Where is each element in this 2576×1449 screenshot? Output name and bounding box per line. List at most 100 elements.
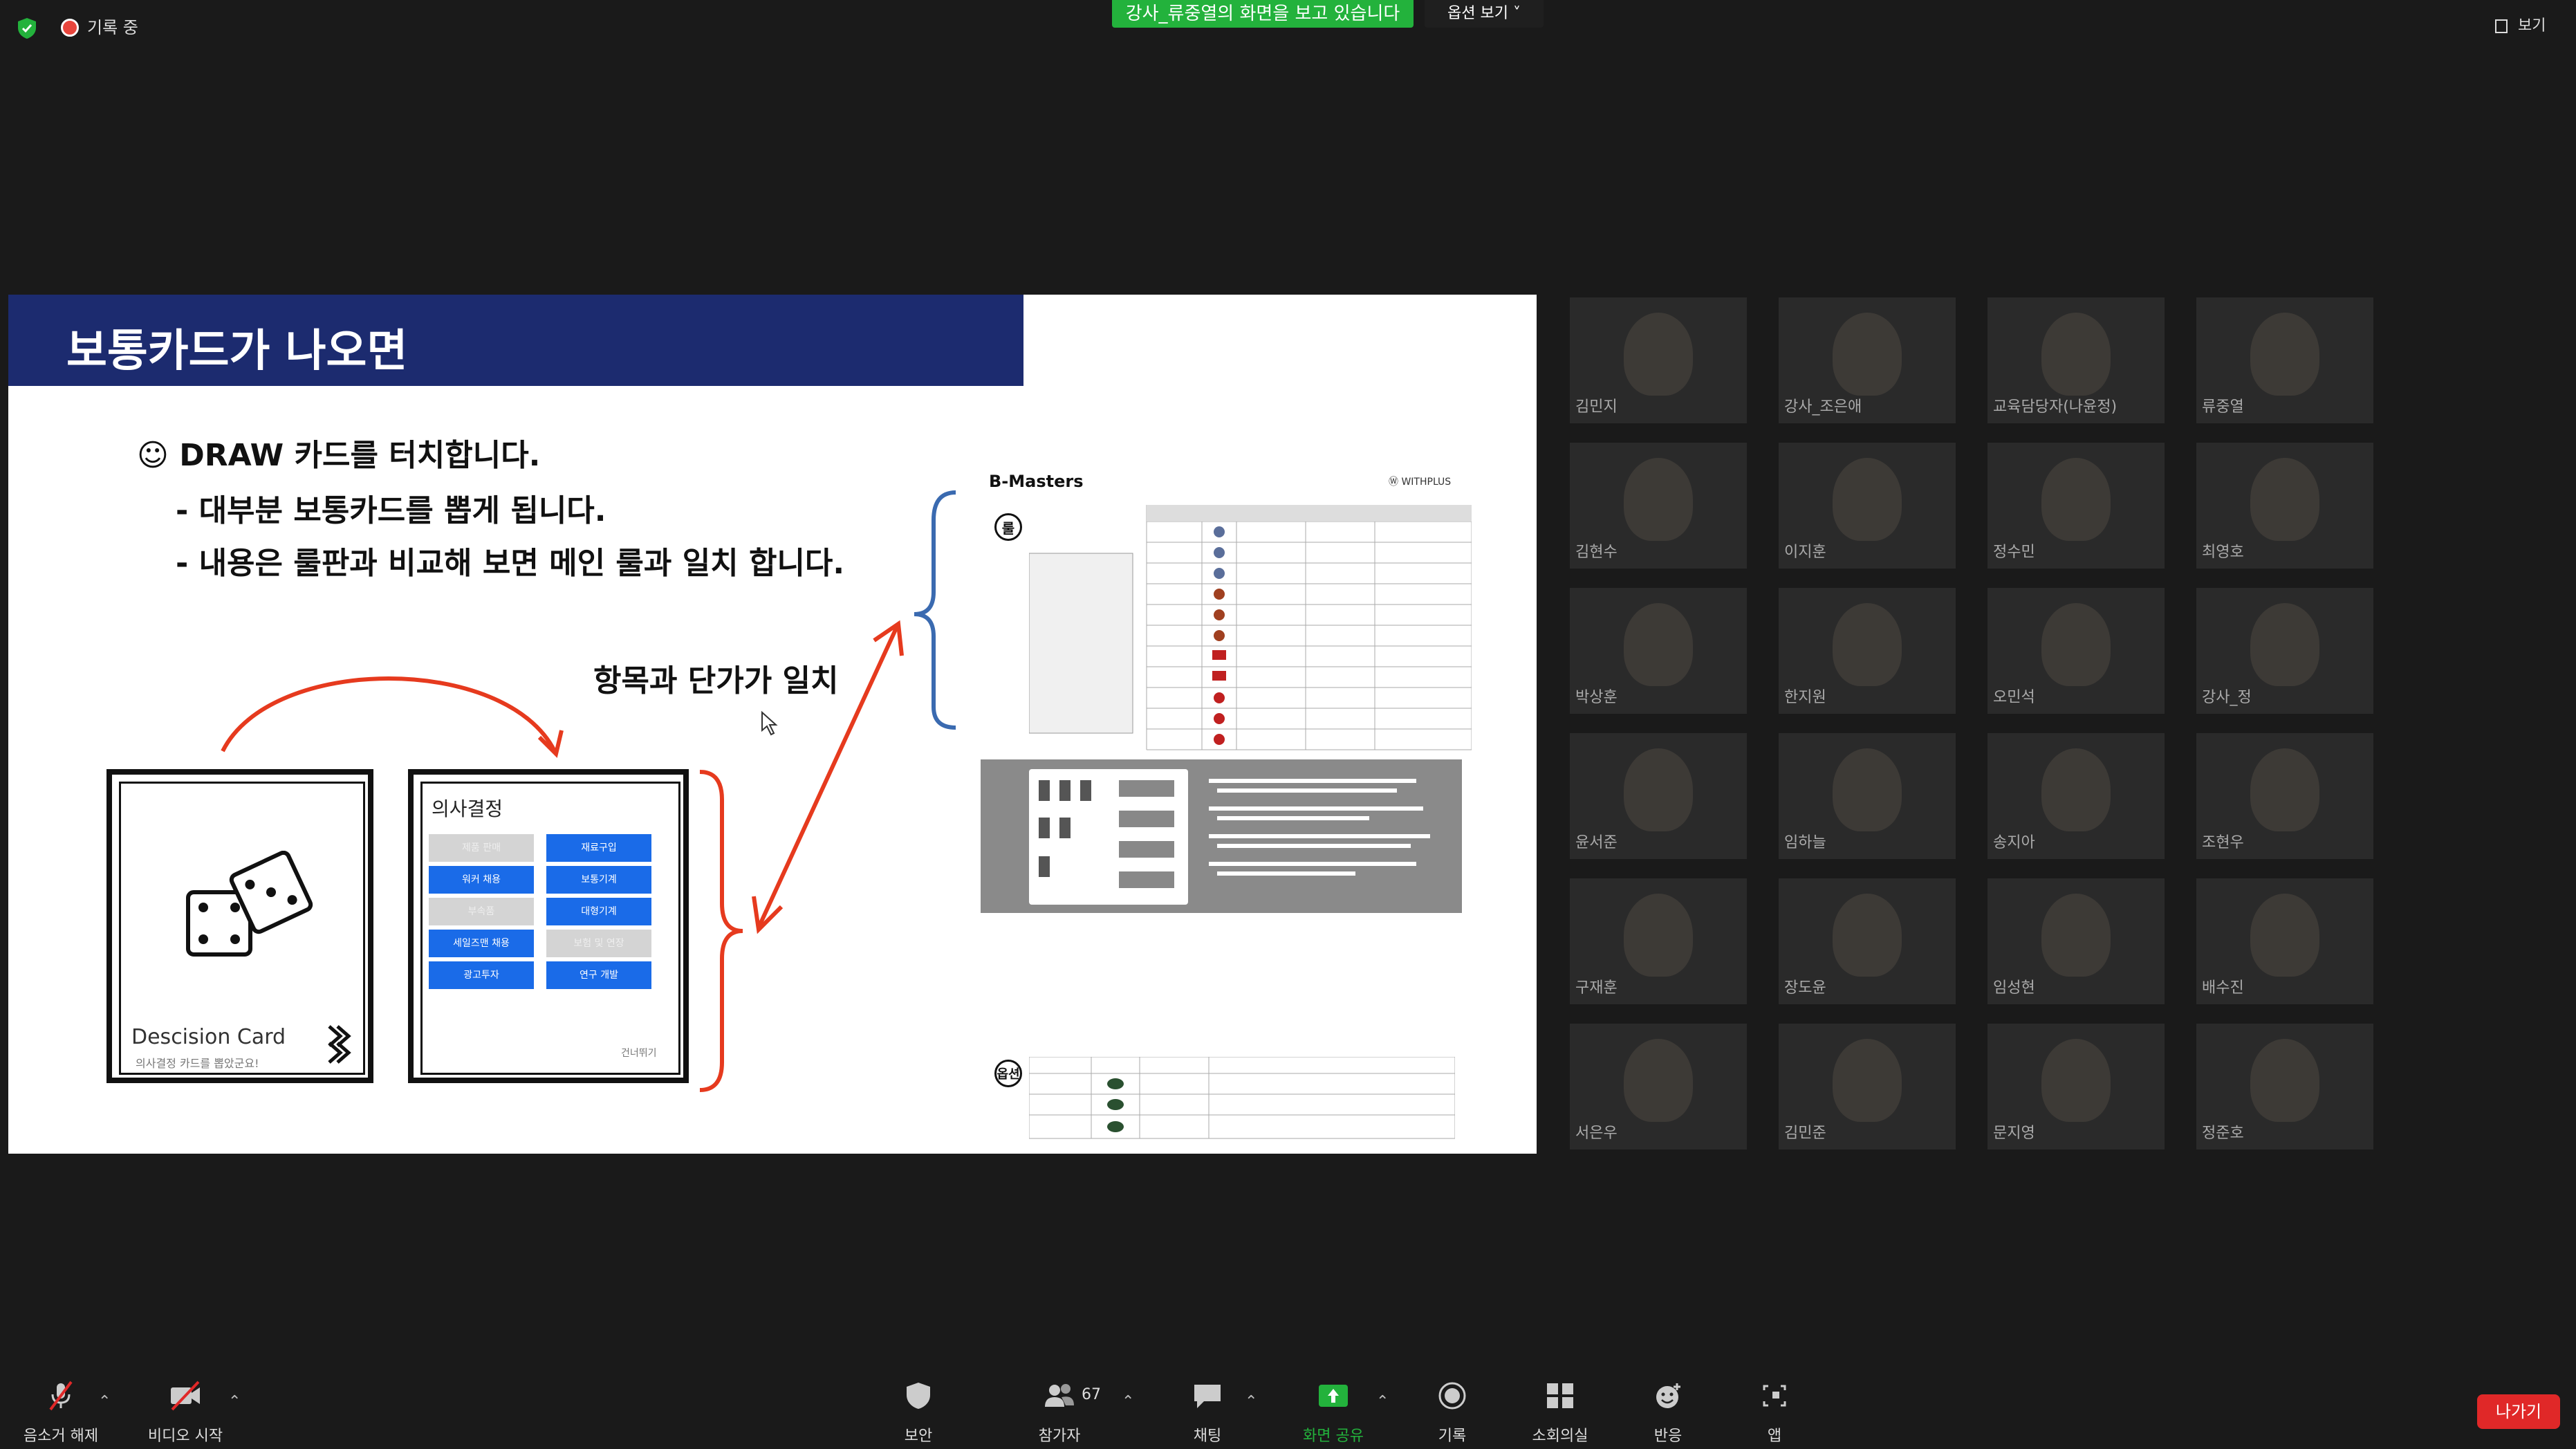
view-options-button[interactable]: 옵션 보기 ˅	[1425, 0, 1544, 28]
participant-tile[interactable]: 배수진	[2196, 878, 2373, 1004]
share-screen-button[interactable]: 화면 공유	[1285, 1381, 1382, 1446]
participant-tile[interactable]: 조현우	[2196, 733, 2373, 859]
participant-tile[interactable]: 교육담당자(나윤정)	[1987, 297, 2165, 423]
double-arrow-head-bottom	[752, 896, 784, 934]
view-toggle-button[interactable]: 보기	[2495, 12, 2571, 40]
withplus-logo-icon	[328, 1025, 351, 1064]
view-label: 보기	[2518, 17, 2546, 35]
participant-name: 조현우	[2202, 834, 2244, 851]
participant-name: 김현수	[1575, 544, 1618, 561]
mute-button[interactable]: 음소거 해제	[12, 1381, 109, 1446]
participant-name: 이지훈	[1784, 544, 1826, 561]
chat-menu-chevron-icon[interactable]: ⌃	[1245, 1393, 1257, 1410]
mouse-cursor-icon	[761, 710, 778, 736]
participant-tile[interactable]: 김민지	[1570, 297, 1747, 423]
share-screen-label: 화면 공유	[1303, 1428, 1364, 1445]
participant-tile[interactable]: 강사_정	[2196, 588, 2373, 714]
participant-video	[1833, 313, 1902, 396]
shield-icon	[907, 1383, 930, 1409]
reactions-label: 반응	[1653, 1428, 1683, 1445]
participant-tile[interactable]: 장도윤	[1779, 878, 1956, 1004]
decision-skip-label: 건너뛰기	[621, 1048, 657, 1059]
video-label: 비디오 시작	[147, 1428, 223, 1445]
mute-label: 음소거 해제	[23, 1428, 99, 1445]
participant-tile[interactable]: 임하늘	[1779, 733, 1956, 859]
participant-video	[2041, 313, 2111, 396]
red-brace	[699, 770, 743, 1092]
record-button[interactable]: 기록	[1404, 1381, 1501, 1446]
mute-menu-chevron-icon[interactable]: ⌃	[98, 1393, 111, 1410]
participant-tile[interactable]: 정수민	[1987, 443, 2165, 569]
participant-tile[interactable]: 류중열	[2196, 297, 2373, 423]
rule-board-thumbnail: B-Masters Ⓦ WITHPLUS 룰 옵션	[981, 456, 1476, 1141]
participant-tile[interactable]: 김민준	[1779, 1024, 1956, 1150]
participant-tile[interactable]: 한지원	[1779, 588, 1956, 714]
participant-tile[interactable]: 임성현	[1987, 878, 2165, 1004]
participant-tile[interactable]: 문지영	[1987, 1024, 2165, 1150]
rule-board-brand: Ⓦ WITHPLUS	[1389, 477, 1452, 488]
participant-video	[1624, 1039, 1693, 1122]
participant-tile[interactable]: 강사_조은애	[1779, 297, 1956, 423]
apps-label: 앱	[1767, 1428, 1782, 1445]
participant-name: 김민지	[1575, 398, 1618, 416]
participant-video	[1833, 458, 1902, 541]
record-icon	[1438, 1382, 1466, 1410]
security-button[interactable]: 보안	[870, 1381, 967, 1446]
rule-board-instructions	[981, 759, 1462, 913]
reactions-smile-icon	[1656, 1383, 1680, 1408]
participants-icon	[1045, 1384, 1074, 1407]
rule-main-tag: 룰	[994, 513, 1022, 541]
participant-video	[2250, 313, 2319, 396]
share-menu-chevron-icon[interactable]: ⌃	[1376, 1393, 1389, 1410]
participant-tile[interactable]: 최영호	[2196, 443, 2373, 569]
reactions-button[interactable]: 반응	[1620, 1381, 1716, 1446]
participants-menu-chevron-icon[interactable]: ⌃	[1122, 1393, 1134, 1410]
chat-label: 채팅	[1193, 1428, 1222, 1445]
participant-name: 서은우	[1575, 1125, 1618, 1142]
recording-label: 기록 중	[87, 18, 138, 37]
decision-btn-sell: 제품 판매	[429, 834, 534, 862]
participant-name: 최영호	[2202, 544, 2244, 561]
participant-tile[interactable]: 구재훈	[1570, 878, 1747, 1004]
participant-tile[interactable]: 오민석	[1987, 588, 2165, 714]
participant-name: 배수진	[2202, 979, 2244, 997]
breakout-rooms-button[interactable]: 소회의실	[1512, 1381, 1609, 1446]
participant-tile[interactable]: 윤서준	[1570, 733, 1747, 859]
share-screen-icon	[1319, 1385, 1348, 1407]
participant-tile[interactable]: 정준호	[2196, 1024, 2373, 1150]
video-button[interactable]: 비디오 시작	[137, 1381, 234, 1446]
participant-name: 구재훈	[1575, 979, 1618, 997]
instruction-text-lines	[1209, 779, 1430, 876]
participants-label: 참가자	[1038, 1428, 1081, 1445]
video-menu-chevron-icon[interactable]: ⌃	[228, 1393, 241, 1410]
dice-card-title: Descision Card	[131, 1025, 286, 1049]
participant-video	[1624, 894, 1693, 977]
participant-name: 장도윤	[1784, 979, 1826, 997]
breakout-rooms-label: 소회의실	[1532, 1428, 1588, 1445]
decision-btn-large-machine: 대형기계	[546, 898, 651, 925]
participant-tile[interactable]: 박상훈	[1570, 588, 1747, 714]
apps-icon	[1763, 1385, 1786, 1407]
participant-tile[interactable]: 송지아	[1987, 733, 2165, 859]
participant-video	[1624, 748, 1693, 831]
decision-btn-insurance: 보험 및 연장	[546, 930, 651, 957]
participant-video	[2250, 458, 2319, 541]
record-label: 기록	[1438, 1428, 1467, 1445]
participant-name: 한지원	[1784, 689, 1826, 706]
dice-icon	[186, 851, 313, 957]
participant-tile[interactable]: 김현수	[1570, 443, 1747, 569]
recording-icon	[61, 19, 79, 37]
participant-video	[1833, 894, 1902, 977]
participant-video	[1624, 603, 1693, 686]
participant-video	[2041, 894, 2111, 977]
apps-button[interactable]: 앱	[1726, 1381, 1823, 1446]
participant-tile[interactable]: 서은우	[1570, 1024, 1747, 1150]
security-shield-icon[interactable]	[15, 17, 39, 40]
video-off-icon	[171, 1381, 200, 1411]
decision-btn-parts: 부속품	[429, 898, 534, 925]
chat-button[interactable]: 채팅	[1159, 1381, 1256, 1446]
chat-icon	[1194, 1385, 1221, 1408]
participant-tile[interactable]: 이지훈	[1779, 443, 1956, 569]
decision-btn-normal-machine: 보통기계	[546, 866, 651, 894]
leave-meeting-button[interactable]: 나가기	[2477, 1394, 2560, 1429]
